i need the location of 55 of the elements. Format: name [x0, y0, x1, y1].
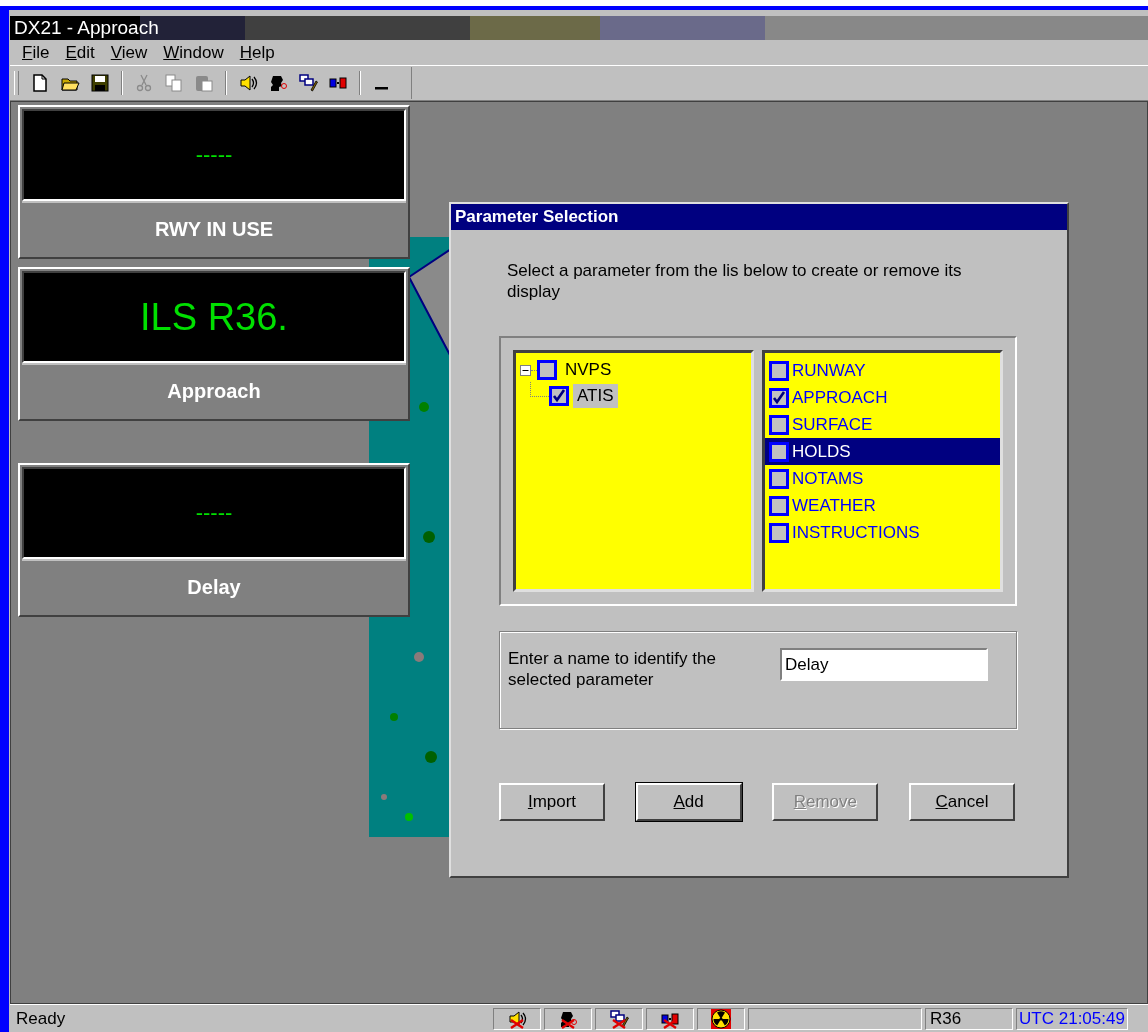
- save-icon[interactable]: [90, 73, 110, 93]
- menu-item[interactable]: Help: [231, 42, 283, 63]
- dialog-title: Parameter Selection: [454, 207, 619, 227]
- parameter-item[interactable]: HOLDS: [765, 438, 1000, 465]
- checkbox[interactable]: [769, 495, 789, 516]
- checkbox[interactable]: [537, 360, 557, 380]
- menu-item[interactable]: View: [102, 42, 156, 63]
- checkbox[interactable]: [769, 441, 789, 462]
- checkbox[interactable]: [769, 387, 789, 408]
- display-label: Approach: [167, 379, 261, 403]
- checkbox[interactable]: [769, 414, 789, 435]
- status-text: Ready: [15, 1008, 67, 1029]
- new-file-icon[interactable]: [30, 73, 50, 93]
- person-icon[interactable]: [268, 73, 288, 93]
- tree-item[interactable]: ATIS: [573, 384, 618, 408]
- parameter-item[interactable]: RUNWAY: [765, 357, 1000, 384]
- checkbox[interactable]: [769, 522, 789, 543]
- parameter-label: HOLDS: [792, 441, 851, 462]
- parameter-item[interactable]: APPROACH: [765, 384, 1000, 411]
- checkbox[interactable]: [769, 360, 789, 381]
- parameter-item[interactable]: NOTAMS: [765, 465, 1000, 492]
- display-label: Delay: [187, 575, 241, 599]
- speaker-icon[interactable]: [238, 73, 258, 93]
- display-label: RWY IN USE: [154, 217, 274, 241]
- parameter-item[interactable]: INSTRUCTIONS: [765, 519, 1000, 546]
- parameter-list[interactable]: RUNWAY APPROACH SURFACE HOLDS NOTAMS WEATHER INSTRUCTIONS: [762, 350, 1003, 592]
- instruction-text: Select a parameter from the lis below to create or remove its display: [507, 260, 963, 302]
- display-value: -----: [195, 500, 233, 526]
- parameter-label: NOTAMS: [792, 468, 864, 489]
- name-field[interactable]: Delay: [780, 648, 988, 681]
- parameter-label: SURFACE: [792, 414, 873, 435]
- window-title: DX21 - Approach: [13, 17, 159, 39]
- parameter-item[interactable]: WEATHER: [765, 492, 1000, 519]
- parameter-item[interactable]: SURFACE: [765, 411, 1000, 438]
- parameter-label: APPROACH: [792, 387, 888, 408]
- menu-item[interactable]: Edit: [57, 42, 103, 63]
- tree-view[interactable]: NVPS ATIS: [513, 350, 754, 592]
- clock: UTC 21:05:49: [1019, 1008, 1125, 1029]
- display-value: -----: [195, 142, 233, 168]
- checkbox[interactable]: [769, 468, 789, 489]
- field-label: Enter a name to identify the selected parameter: [508, 648, 717, 690]
- default-button[interactable]: Add: [635, 783, 742, 821]
- parameter-label: RUNWAY: [792, 360, 866, 381]
- collapse-icon[interactable]: [520, 364, 531, 376]
- parameter-label: WEATHER: [792, 495, 876, 516]
- menu-item[interactable]: File: [14, 42, 58, 63]
- menu-item[interactable]: Window: [155, 42, 232, 63]
- parameter-label: INSTRUCTIONS: [792, 522, 920, 543]
- dialog-button[interactable]: Import: [499, 783, 605, 821]
- windows-pencil-icon[interactable]: [298, 73, 318, 93]
- runway-status: R36: [930, 1008, 962, 1029]
- checkbox[interactable]: [549, 386, 569, 406]
- tree-item[interactable]: NVPS: [561, 358, 616, 382]
- display-value: ILS R36.: [140, 295, 288, 339]
- dialog-button[interactable]: Cancel: [908, 783, 1015, 821]
